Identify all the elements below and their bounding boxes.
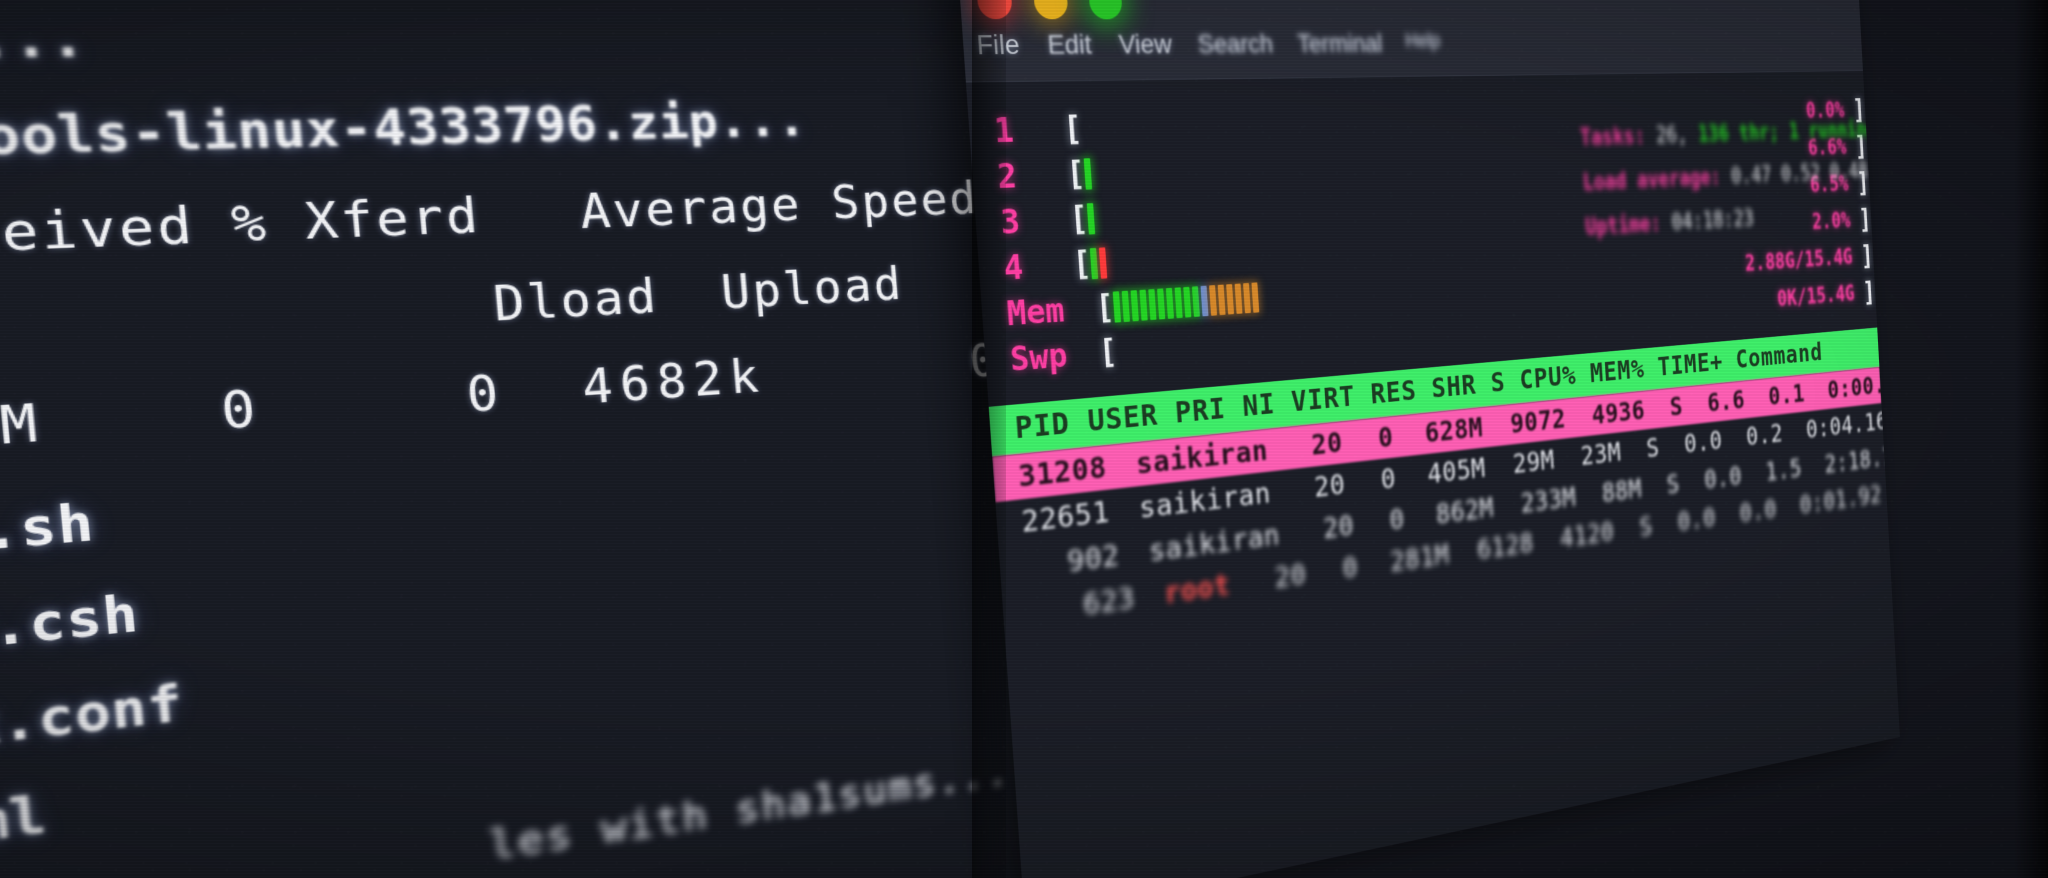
bracket-close: ] — [1862, 276, 1876, 309]
swp-value: 0K/15.4G — [1777, 281, 1864, 312]
maximize-button[interactable] — [1088, 0, 1123, 19]
row-time: 0:00.28 — [1827, 368, 1900, 405]
bracket-open: [ — [1097, 332, 1118, 372]
row-state: S — [1669, 391, 1684, 422]
cpu-label-4: 4 — [1002, 245, 1074, 288]
row-mem: 0.2 — [1745, 418, 1783, 452]
row-shr: 4120 — [1559, 516, 1615, 554]
menu-item-edit[interactable]: Edit — [1046, 29, 1092, 61]
screen-bezel — [2014, 0, 2048, 878]
cpu-label-3: 3 — [999, 200, 1071, 243]
row-time: 0:04.16 — [1805, 406, 1888, 444]
cpu-label-2: 2 — [996, 155, 1068, 197]
tasks-threads: 136 thr; — [1697, 111, 1780, 156]
row-pid: 623 — [1082, 581, 1136, 623]
row-virt: 862M — [1435, 492, 1495, 531]
htop-terminal-window[interactable]: File Edit View Search Terminal Help 1 [ … — [958, 0, 1900, 878]
cpu-bar-4 — [1090, 246, 1108, 280]
window-titlebar: File Edit View Search Terminal Help — [958, 0, 1863, 83]
bracket-close: ] — [1860, 240, 1874, 273]
row-cpu: 0.0 — [1683, 425, 1723, 459]
monitor-photo: ng buildtime dependencies... ving source… — [0, 0, 2048, 878]
row-virt: 281M — [1389, 538, 1450, 578]
swp-label: Swp — [1009, 334, 1100, 380]
row-ni: 0 — [1388, 503, 1405, 537]
row-pri: 20 — [1310, 426, 1343, 462]
htop-info-block: Tasks: 26, 136 thr; 1 running Load avera… — [1579, 109, 1866, 250]
row-mem: 0.0 — [1739, 494, 1777, 528]
row-state: S — [1639, 511, 1654, 543]
menu-bar[interactable]: File Edit View Search Terminal Help — [976, 29, 1442, 61]
row-res: 233M — [1520, 481, 1577, 519]
cpu-bar-2 — [1084, 157, 1093, 190]
row-cpu: 6.6 — [1706, 385, 1745, 419]
load-average-value: 0.47 0.52 0.48 — [1730, 150, 1869, 198]
minimize-button[interactable] — [1033, 0, 1069, 19]
row-res: 6128 — [1476, 527, 1534, 566]
tasks-count: 26, — [1655, 113, 1689, 158]
uptime-value: 04:18:23 — [1670, 197, 1755, 245]
row-pid: 902 — [1066, 538, 1120, 580]
row-mem: 0.1 — [1768, 379, 1806, 412]
tasks-running: 1 running — [1788, 109, 1876, 153]
mem-bar — [1113, 281, 1260, 323]
row-virt: 628M — [1424, 411, 1484, 449]
row-state: S — [1645, 432, 1660, 464]
row-mem: 1.5 — [1765, 453, 1803, 487]
mem-label: Mem — [1006, 289, 1097, 334]
row-pid: 31208 — [1017, 450, 1108, 495]
row-res: 9072 — [1509, 403, 1566, 440]
cpu-bar-3 — [1087, 202, 1096, 235]
htop-content: 1 [ 0.0% ] 2 [ 6.6% ] 3 [ — [966, 71, 1900, 878]
screen-seam — [972, 0, 1006, 878]
menu-item-search[interactable]: Search — [1197, 29, 1274, 60]
row-ni: 0 — [1342, 551, 1359, 586]
tasks-label: Tasks: — [1579, 114, 1647, 160]
row-virt: 405M — [1427, 452, 1487, 491]
row-shr: 23M — [1580, 437, 1622, 472]
menu-item-view[interactable]: View — [1118, 29, 1173, 60]
row-shr: 4936 — [1591, 395, 1646, 431]
menu-item-terminal[interactable]: Terminal — [1297, 29, 1384, 59]
row-cpu: 0.0 — [1703, 461, 1742, 495]
row-shr: 88M — [1601, 473, 1642, 509]
row-ni: 0 — [1377, 421, 1394, 455]
row-time: 2:18.73 — [1824, 441, 1900, 480]
menu-item-help[interactable]: Help — [1405, 29, 1442, 58]
row-user: root — [1163, 568, 1231, 611]
row-pri: 20 — [1322, 509, 1355, 546]
row-cpu: 0.0 — [1677, 502, 1717, 537]
row-pri: 20 — [1274, 558, 1308, 596]
load-average-label: Load average: — [1581, 156, 1722, 206]
row-time: 0:01.92 — [1799, 480, 1882, 520]
row-pid: 22651 — [1020, 494, 1110, 539]
mem-value: 2.88G/15.4G — [1744, 245, 1861, 277]
uptime-label: Uptime: — [1584, 202, 1662, 250]
row-ni: 0 — [1380, 462, 1397, 496]
row-state: S — [1666, 469, 1681, 501]
row-pri: 20 — [1313, 468, 1346, 505]
bracket-open: [ — [1062, 109, 1083, 149]
row-res: 29M — [1512, 444, 1556, 480]
